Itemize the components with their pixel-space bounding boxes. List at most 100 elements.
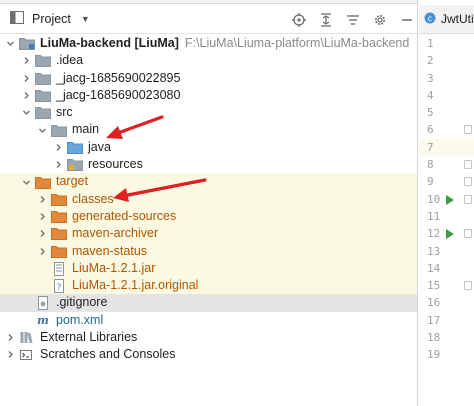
tree-node-main[interactable]: main [0,121,417,139]
tree-node-liuma-backend[interactable]: LiuMa-backend [LiuMa] F:\LiuMa\Liuma-plat… [0,35,417,52]
unknown-file-icon: ? [51,278,67,293]
line-number: 12 [427,227,441,241]
svg-text:?: ? [57,283,62,293]
chevron-right-icon[interactable] [20,70,32,87]
hide-icon[interactable] [400,13,414,27]
gutter-line: 19 [419,346,474,363]
line-number: 19 [427,348,441,362]
tree-node-label: generated-sources [72,208,177,223]
source-folder-icon [67,140,83,154]
scratches-icon [19,348,35,362]
run-gutter-icon[interactable] [446,194,454,205]
tree-node-idea[interactable]: .idea [0,52,417,69]
gutter-line: 9 [419,173,474,190]
chevron-right-icon[interactable] [52,156,64,173]
excluded-folder-icon [51,227,67,241]
line-number: 17 [427,313,441,327]
project-panel: Project ▼ LiuMa-backend [LiuMa] F:\LiuMa\… [0,0,418,406]
fold-marker-icon[interactable] [464,229,472,239]
filter-icon[interactable] [346,13,360,27]
tree-node-classes[interactable]: classes [0,190,417,208]
tree-node-external-libraries[interactable]: External Libraries [0,329,417,346]
tree-node-label: LiuMa-1.2.1.jar [72,260,156,275]
line-number: 11 [427,209,441,223]
chevron-right-icon[interactable] [36,208,48,225]
chevron-right-icon[interactable] [36,243,48,260]
tree-node-label: .gitignore [56,295,108,310]
folder-icon [35,106,51,120]
tree-node-label: _jacg-1685690022895 [56,70,181,85]
chevron-right-icon[interactable] [20,52,32,69]
gutter-line: 6 [419,121,474,138]
tree-node-pom[interactable]: m pom.xml [0,312,417,329]
tree-node-gitignore[interactable]: .gitignore [0,294,417,312]
tree-node-maven-status[interactable]: maven-status [0,242,417,260]
gutter-line: 2 [419,52,474,69]
tree-node-target[interactable]: target [0,173,417,191]
chevron-right-icon[interactable] [4,329,16,346]
fold-marker-icon[interactable] [464,194,472,204]
gutter-line: 1 [419,35,474,52]
svg-text:m: m [37,314,49,327]
project-toolbar: Project ▼ [0,5,417,34]
gear-icon[interactable] [373,13,387,27]
line-number: 18 [427,331,441,345]
tree-node-label: java [88,139,111,154]
tree-node-jar[interactable]: LiuMa-1.2.1.jar [0,259,417,278]
gutter-line: 3 [419,70,474,87]
folder-icon [35,54,51,68]
tree-node-java[interactable]: java [0,139,417,156]
excluded-folder-icon [51,210,67,224]
chevron-down-icon[interactable] [36,122,48,139]
gutter-line: 18 [419,329,474,346]
chevron-right-icon[interactable] [52,139,64,156]
tree-node-jar-original[interactable]: ? LiuMa-1.2.1.jar.original [0,277,417,295]
locate-icon[interactable] [292,12,306,27]
editor-area: c JwtUtils. 1234567891011121314151617181… [419,0,474,406]
tree-node-jacg-2[interactable]: _jacg-1685690023080 [0,87,417,104]
fold-marker-icon[interactable] [464,177,472,187]
line-number: 7 [427,140,434,154]
gutter-line: 13 [419,243,474,260]
fold-marker-icon[interactable] [464,281,472,291]
tree-node-maven-archiver[interactable]: maven-archiver [0,225,417,243]
tree-node-scratches[interactable]: Scratches and Consoles [0,346,417,363]
line-number: 5 [427,106,434,120]
chevron-down-icon[interactable] [4,35,16,52]
gutter-line: 7 [419,138,474,157]
tree-node-label: LiuMa-backend [LiuMa] [40,36,179,50]
module-path: F:\LiuMa\Liuma-platform\LiuMa-backend [184,36,410,50]
gutter-line: 15 [419,277,474,294]
collapse-all-icon[interactable] [319,12,333,27]
chevron-down-icon[interactable] [20,174,32,191]
tree-node-resources[interactable]: resources [0,156,417,173]
chevron-right-icon[interactable] [20,87,32,104]
gutter-line: 5 [419,104,474,121]
run-gutter-icon[interactable] [446,229,454,240]
chevron-right-icon[interactable] [4,346,16,363]
line-number: 4 [427,88,434,102]
line-number: 14 [427,261,441,275]
line-number: 15 [427,279,441,293]
gutter-line: 16 [419,294,474,311]
line-number: 2 [427,54,434,68]
gitignore-file-icon [35,296,51,311]
tree-node-generated-sources[interactable]: generated-sources [0,207,417,226]
excluded-folder-icon [51,192,67,206]
tree-node-src[interactable]: src [0,104,417,121]
resources-folder-icon [67,158,83,172]
line-number: 16 [427,296,441,310]
fold-marker-icon[interactable] [464,160,472,170]
tree-node-jacg-1[interactable]: _jacg-1685690022895 [0,70,417,87]
project-tree: LiuMa-backend [LiuMa] F:\LiuMa\Liuma-plat… [0,35,417,364]
chevron-right-icon[interactable] [36,191,48,208]
editor-tab[interactable]: c JwtUtils. [419,5,474,34]
fold-marker-icon[interactable] [464,125,472,135]
project-view-selector[interactable]: Project ▼ [0,5,90,34]
tree-node-label: target [56,174,88,189]
chevron-down-icon[interactable] [20,104,32,121]
line-number: 8 [427,158,434,172]
chevron-right-icon[interactable] [36,225,48,242]
java-class-icon: c [424,12,436,27]
tree-node-label: src [56,105,73,120]
